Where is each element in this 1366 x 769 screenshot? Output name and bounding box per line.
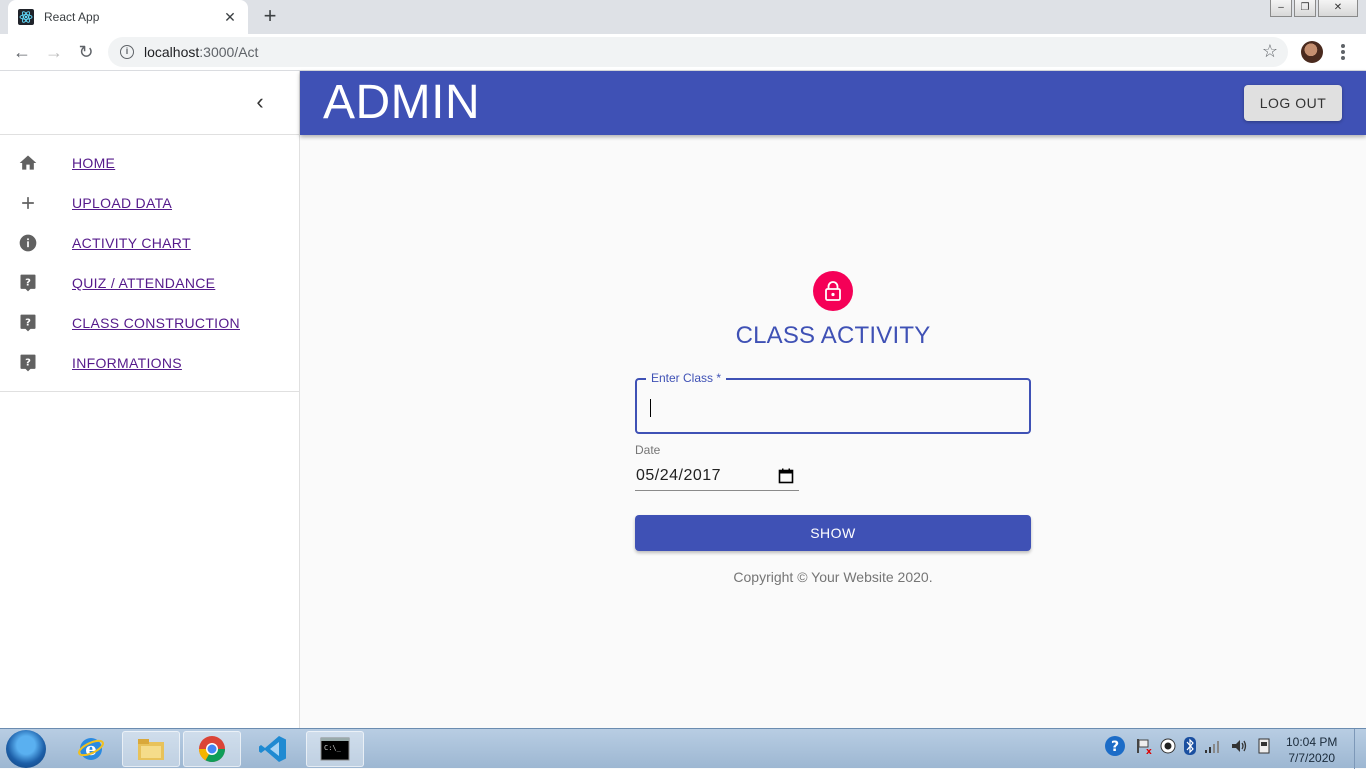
vscode-icon[interactable] [244, 731, 302, 767]
sidebar-item-upload-data[interactable]: UPLOAD DATA [0, 183, 299, 223]
lock-icon [813, 271, 853, 311]
sidebar-item-quiz-attendance[interactable]: ? QUIZ / ATTENDANCE [0, 263, 299, 303]
main-content: CLASS ACTIVITY Enter Class * Date 05/24/… [300, 135, 1366, 728]
address-bar[interactable]: i localhost:3000/Act ☆ [108, 37, 1288, 67]
help-tray-icon[interactable]: ? [1104, 735, 1126, 757]
text-cursor [650, 399, 651, 417]
restore-button[interactable]: ❐ [1294, 0, 1316, 17]
start-button[interactable] [6, 730, 46, 768]
svg-text:x: x [1146, 747, 1152, 755]
sidebar-item-home[interactable]: HOME [0, 143, 299, 183]
sidebar-item-activity-chart[interactable]: ACTIVITY CHART [0, 223, 299, 263]
record-tray-icon[interactable] [1160, 738, 1176, 754]
url-text[interactable]: localhost:3000/Act [144, 44, 258, 60]
calendar-icon[interactable] [778, 468, 794, 484]
safely-remove-hardware-icon[interactable] [1256, 737, 1272, 755]
drawer-nav-list: HOME UPLOAD DATA ACTIVITY CHART ? QUIZ /… [0, 135, 299, 392]
close-window-button[interactable]: ✕ [1318, 0, 1358, 17]
copyright-text: Copyright © Your Website 2020. [733, 569, 933, 585]
browser-menu-icon[interactable] [1338, 42, 1348, 62]
sidebar-item-class-construction[interactable]: ? CLASS CONSTRUCTION [0, 303, 299, 343]
chevron-left-icon[interactable]: ‹ [250, 91, 270, 115]
class-input-label: Enter Class * [646, 371, 727, 385]
show-button[interactable]: SHOW [635, 515, 1031, 551]
sidebar-item-informations[interactable]: ? INFORMATIONS [0, 343, 299, 383]
class-input[interactable]: Enter Class * [635, 371, 1031, 434]
help-icon: ? [18, 313, 38, 333]
action-center-flag-icon[interactable]: x [1134, 737, 1152, 755]
window-controls: – ❐ ✕ [1270, 0, 1358, 18]
internet-explorer-icon[interactable]: e [62, 731, 120, 767]
reload-icon[interactable]: ↻ [74, 40, 98, 64]
sidebar-link-activity-chart[interactable]: ACTIVITY CHART [72, 235, 191, 251]
help-icon: ? [18, 273, 38, 293]
side-drawer: ‹ HOME UPLOAD DATA ACTIVITY CHART ? QUIZ… [0, 71, 300, 728]
volume-icon[interactable] [1230, 738, 1248, 754]
tab-title: React App [44, 10, 100, 24]
sidebar-link-class-construction[interactable]: CLASS CONSTRUCTION [72, 315, 240, 331]
network-signal-icon[interactable] [1204, 738, 1222, 754]
forward-icon[interactable]: → [42, 40, 66, 64]
bluetooth-icon[interactable] [1184, 737, 1196, 755]
drawer-header: ‹ [0, 71, 299, 135]
home-icon [18, 153, 38, 173]
file-explorer-icon[interactable] [122, 731, 180, 767]
sidebar-link-informations[interactable]: INFORMATIONS [72, 355, 182, 371]
svg-text:?: ? [1111, 739, 1119, 755]
browser-tab-strip: React App ✕ + – ❐ ✕ [0, 0, 1366, 34]
profile-avatar[interactable] [1301, 41, 1323, 63]
logout-button[interactable]: LOG OUT [1244, 85, 1342, 121]
app-bar: ADMIN LOG OUT [300, 71, 1366, 135]
help-icon: ? [18, 353, 38, 373]
svg-text:C:\_: C:\_ [324, 744, 342, 752]
date-input[interactable]: 05/24/2017 [635, 463, 799, 491]
bookmark-star-icon[interactable]: ☆ [1262, 41, 1278, 62]
new-tab-button[interactable]: + [258, 4, 282, 28]
site-info-icon[interactable]: i [120, 45, 134, 59]
system-tray: ? x [1104, 735, 1272, 757]
windows-taskbar: e C:\_ ? x 10:04 PM 7/7/2020 [0, 728, 1366, 769]
clock-date: 7/7/2020 [1288, 751, 1336, 765]
chrome-icon[interactable] [183, 731, 241, 767]
command-prompt-icon[interactable]: C:\_ [306, 731, 364, 767]
browser-toolbar: ← → ↻ i localhost:3000/Act ☆ [0, 34, 1366, 71]
date-label: Date [635, 443, 661, 457]
class-activity-form: CLASS ACTIVITY Enter Class * Date 05/24/… [635, 271, 1031, 585]
react-icon [18, 9, 34, 25]
sidebar-link-upload-data[interactable]: UPLOAD DATA [72, 195, 172, 211]
close-tab-icon[interactable]: ✕ [222, 9, 238, 26]
plus-icon [18, 193, 38, 213]
svg-text:?: ? [25, 278, 31, 289]
svg-text:?: ? [25, 358, 31, 369]
sidebar-link-quiz-attendance[interactable]: QUIZ / ATTENDANCE [72, 275, 215, 291]
taskbar-clock[interactable]: 10:04 PM 7/7/2020 [1286, 734, 1337, 766]
svg-text:?: ? [25, 318, 31, 329]
back-icon[interactable]: ← [10, 40, 34, 64]
clock-time: 10:04 PM [1286, 735, 1338, 749]
page-title: ADMIN [323, 76, 481, 129]
browser-tab[interactable]: React App ✕ [8, 0, 248, 34]
minimize-button[interactable]: – [1270, 0, 1292, 17]
date-value[interactable]: 05/24/2017 [636, 467, 721, 485]
info-icon [18, 233, 38, 253]
show-desktop-button[interactable] [1354, 729, 1366, 769]
form-title: CLASS ACTIVITY [735, 322, 931, 349]
sidebar-link-home[interactable]: HOME [72, 155, 115, 171]
